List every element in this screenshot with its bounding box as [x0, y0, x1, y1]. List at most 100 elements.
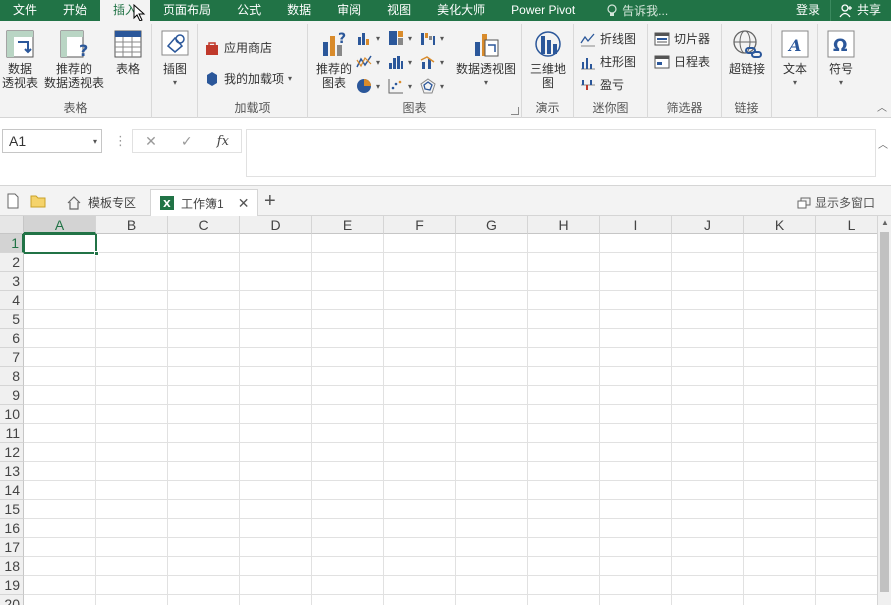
column-chart-button[interactable]: ▾ [356, 30, 380, 46]
column-header[interactable]: B [96, 216, 168, 234]
tell-me-box[interactable]: 告诉我... [588, 0, 668, 21]
pivot-chart-button[interactable]: 数据透视图 ▾ [454, 28, 518, 90]
row-header[interactable]: 7 [0, 348, 24, 367]
folder-icon[interactable] [30, 193, 46, 209]
row-header[interactable]: 3 [0, 272, 24, 291]
combo-chart-button[interactable]: ▾ [420, 54, 444, 70]
column-header[interactable]: K [744, 216, 816, 234]
group-addins-label: 加载项 [234, 101, 271, 115]
statistic-chart-button[interactable]: ▾ [388, 54, 412, 70]
tab-workbook1[interactable]: X 工作簿1 ✕ [150, 189, 259, 216]
recommended-pivot-button[interactable]: ? 推荐的 数据透视表 [42, 28, 106, 90]
column-header[interactable]: H [528, 216, 600, 234]
row-header[interactable]: 11 [0, 424, 24, 443]
formula-bar-splitter[interactable]: ⋮ [114, 133, 127, 149]
pivot-table-button[interactable]: 数据 透视表 [2, 28, 38, 90]
share-button[interactable]: 共享 [829, 0, 891, 21]
row-header[interactable]: 5 [0, 310, 24, 329]
enter-icon[interactable]: ✓ [181, 133, 193, 150]
tab-review[interactable]: 审阅 [324, 0, 374, 21]
login-button[interactable]: 登录 [786, 0, 830, 21]
column-header[interactable]: J [672, 216, 744, 234]
row-header[interactable]: 17 [0, 538, 24, 557]
row-header[interactable]: 10 [0, 405, 24, 424]
illustrations-button[interactable]: 插图 ▾ [158, 28, 192, 90]
cancel-icon[interactable]: ✕ [145, 133, 157, 150]
group-links: 超链接 链接 [722, 24, 772, 118]
add-tab-icon[interactable]: + [264, 190, 276, 213]
expand-formula-icon[interactable]: ︿ [878, 136, 888, 151]
radar-chart-button[interactable]: ▾ [420, 78, 444, 94]
name-box[interactable]: A1 ▾ [2, 129, 102, 153]
multi-window-button[interactable]: 显示多窗口 [797, 194, 875, 211]
tab-page-layout[interactable]: 页面布局 [150, 0, 224, 21]
store-button[interactable]: 应用商店 [204, 39, 272, 56]
tab-data[interactable]: 数据 [274, 0, 324, 21]
column-header[interactable]: L [816, 216, 877, 234]
timeline-button[interactable]: 日程表 [654, 53, 710, 70]
row-header[interactable]: 14 [0, 481, 24, 500]
histogram-icon [389, 56, 403, 69]
my-addins-button[interactable]: 我的加载项 ▾ [204, 70, 292, 87]
new-file-icon[interactable] [5, 193, 21, 209]
symbol-button[interactable]: Ω 符号 ▾ [824, 28, 858, 90]
sparkline-winloss-button[interactable]: 盈亏 [580, 76, 624, 93]
hierarchy-chart-button[interactable]: ▾ [388, 30, 412, 46]
store-label: 应用商店 [224, 41, 273, 55]
column-header[interactable]: G [456, 216, 528, 234]
pie-chart-button[interactable]: ▾ [356, 78, 380, 94]
tab-formulas[interactable]: 公式 [224, 0, 274, 21]
row-header[interactable]: 12 [0, 443, 24, 462]
scrollbar-thumb[interactable] [880, 232, 889, 592]
collapse-ribbon-icon[interactable]: ︿ [877, 99, 887, 114]
column-header[interactable]: C [168, 216, 240, 234]
group-charts-launcher[interactable] [511, 107, 519, 115]
tab-templates[interactable]: 模板专区 [58, 189, 144, 216]
row-header[interactable]: 18 [0, 557, 24, 576]
cell-area[interactable] [24, 234, 877, 605]
tab-view[interactable]: 视图 [374, 0, 424, 21]
slicer-button[interactable]: 切片器 [654, 30, 710, 47]
row-header[interactable]: 15 [0, 500, 24, 519]
row-header[interactable]: 1 [0, 234, 24, 253]
fill-handle[interactable] [94, 251, 99, 256]
recommended-charts-button[interactable]: ? 推荐的 图表 [312, 28, 356, 90]
tab-beautify[interactable]: 美化大师 [424, 0, 498, 21]
3d-map-button[interactable]: 三维地 图 [528, 28, 568, 90]
sparkline-column-button[interactable]: 柱形图 [580, 53, 636, 70]
text-button[interactable]: A 文本 ▾ [778, 28, 812, 90]
column-header[interactable]: E [312, 216, 384, 234]
sparkline-line-button[interactable]: 折线图 [580, 30, 636, 47]
row-header[interactable]: 8 [0, 367, 24, 386]
tab-file[interactable]: 文件 [0, 0, 50, 21]
home-icon [67, 195, 81, 210]
row-header[interactable]: 19 [0, 576, 24, 595]
hyperlink-button[interactable]: 超链接 [726, 28, 768, 76]
store-icon [206, 41, 218, 55]
spreadsheet-grid[interactable]: A B C D E F G H I J K L 1 2 3 4 5 6 7 8 9 10 11 12 13 14 15 16 17 18 1… [0, 216, 877, 605]
row-header[interactable]: 6 [0, 329, 24, 348]
column-header[interactable]: I [600, 216, 672, 234]
tab-home[interactable]: 开始 [50, 0, 100, 21]
column-header[interactable]: D [240, 216, 312, 234]
row-header[interactable]: 9 [0, 386, 24, 405]
scroll-up-icon[interactable]: ▲ [881, 218, 889, 227]
row-header[interactable]: 2 [0, 253, 24, 272]
insert-function-icon[interactable]: fx [217, 134, 229, 149]
close-tab-icon[interactable]: ✕ [238, 195, 250, 212]
select-all-corner[interactable] [0, 216, 24, 234]
column-header[interactable]: F [384, 216, 456, 234]
column-header[interactable]: A [24, 216, 96, 234]
vertical-scrollbar[interactable]: ▲ [877, 216, 891, 605]
table-button[interactable]: 表格 [110, 28, 146, 76]
scatter-chart-button[interactable]: ▾ [388, 78, 412, 94]
row-header[interactable]: 20 [0, 595, 24, 605]
formula-input[interactable] [246, 129, 876, 177]
row-header[interactable]: 4 [0, 291, 24, 310]
line-chart-button[interactable]: ▾ [356, 54, 380, 70]
row-header[interactable]: 16 [0, 519, 24, 538]
waterfall-chart-button[interactable]: ▾ [420, 30, 444, 46]
selected-cell-a1[interactable] [23, 233, 99, 256]
row-header[interactable]: 13 [0, 462, 24, 481]
tab-power-pivot[interactable]: Power Pivot [498, 0, 588, 21]
